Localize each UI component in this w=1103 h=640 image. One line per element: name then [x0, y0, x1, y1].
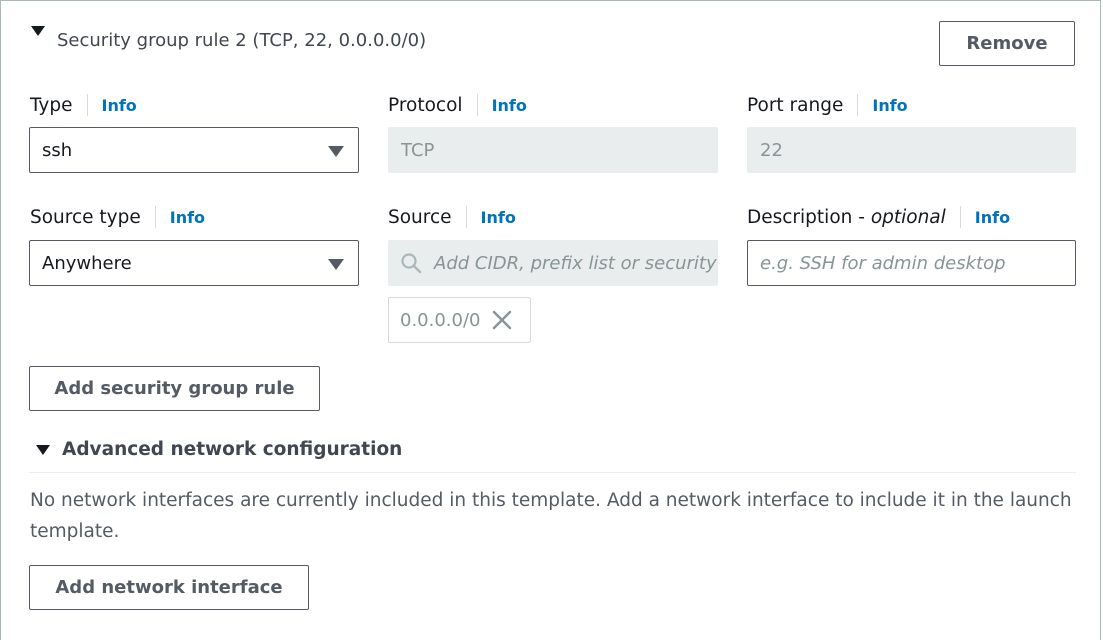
port-range-label: Port range Info [747, 94, 908, 116]
close-icon[interactable] [491, 309, 513, 331]
caret-down-icon [328, 259, 344, 270]
source-info-link[interactable]: Info [481, 208, 516, 227]
protocol-label: Protocol Info [388, 94, 527, 116]
description-info-link[interactable]: Info [975, 208, 1010, 227]
type-label: Type Info [30, 94, 137, 116]
search-icon [401, 253, 422, 274]
protocol-field: TCP [388, 127, 718, 173]
source-search-input[interactable]: Add CIDR, prefix list or security group [388, 240, 718, 286]
rule-title: Security group rule 2 (TCP, 22, 0.0.0.0/… [57, 30, 427, 51]
source-type-select[interactable]: Anywhere [29, 240, 359, 286]
description-input[interactable]: e.g. SSH for admin desktop [747, 240, 1076, 286]
source-label: Source Info [388, 206, 516, 228]
source-token: 0.0.0.0/0 [388, 297, 531, 343]
type-info-link[interactable]: Info [102, 96, 137, 115]
advanced-expand-caret-icon[interactable] [36, 445, 50, 455]
description-label: Description - optional Info [747, 206, 1011, 228]
type-select[interactable]: ssh [29, 127, 359, 173]
port-range-field: 22 [747, 127, 1076, 173]
add-network-interface-button[interactable]: Add network interface [29, 565, 309, 610]
expand-caret-icon[interactable] [31, 26, 45, 36]
source-type-label: Source type Info [30, 206, 206, 228]
advanced-network-configuration-header[interactable]: Advanced network configuration [62, 439, 402, 460]
protocol-info-link[interactable]: Info [492, 96, 527, 115]
caret-down-icon [328, 146, 344, 157]
divider [29, 472, 1076, 473]
source-type-info-link[interactable]: Info [170, 208, 205, 227]
port-range-info-link[interactable]: Info [872, 96, 907, 115]
add-security-group-rule-button[interactable]: Add security group rule [29, 366, 320, 411]
remove-button[interactable]: Remove [939, 21, 1075, 66]
network-interfaces-message: No network interfaces are currently incl… [30, 490, 1072, 542]
